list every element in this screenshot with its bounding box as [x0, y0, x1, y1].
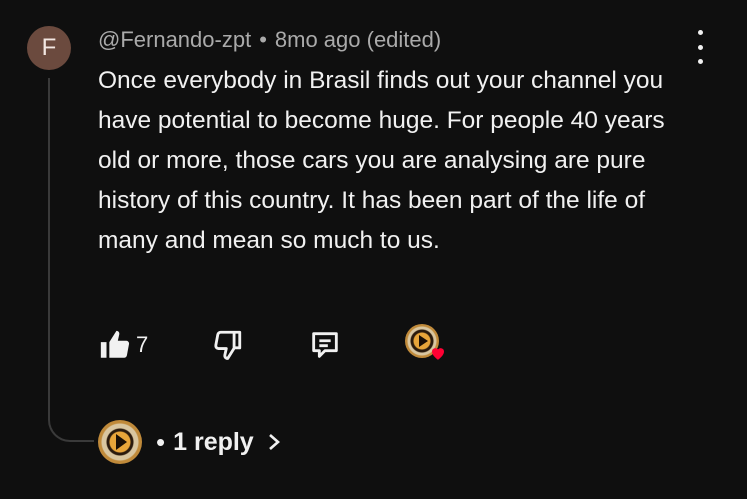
more-vert-icon[interactable] [690, 30, 710, 64]
like-button[interactable] [98, 328, 132, 362]
reply-button[interactable] [308, 328, 342, 362]
thread-line [48, 78, 94, 442]
meta-separator: • [259, 27, 267, 52]
creator-heart-icon [432, 348, 444, 360]
thumb-down-icon [214, 330, 242, 360]
replies-separator: • [156, 426, 166, 457]
thumb-up-icon [100, 330, 130, 358]
comment-text: Once everybody in Brasil finds out your … [98, 67, 665, 254]
comment-reply-icon [312, 332, 338, 358]
avatar-initial: F [41, 34, 57, 61]
view-replies-button[interactable]: • 1 reply [98, 420, 282, 464]
replies-label: 1 reply [173, 427, 254, 456]
avatar[interactable]: F [27, 26, 71, 70]
comment-actions: 7 [98, 324, 458, 364]
replier-avatar-icon [98, 420, 142, 464]
author-handle[interactable]: @Fernando-zpt [98, 27, 251, 52]
comment-timestamp[interactable]: 8mo ago (edited) [275, 27, 441, 52]
creator-heart [405, 324, 447, 366]
comment-meta: @Fernando-zpt • 8mo ago (edited) [98, 27, 441, 53]
chevron-right-icon [268, 434, 280, 450]
dislike-button[interactable] [210, 328, 244, 362]
like-count: 7 [136, 332, 149, 357]
